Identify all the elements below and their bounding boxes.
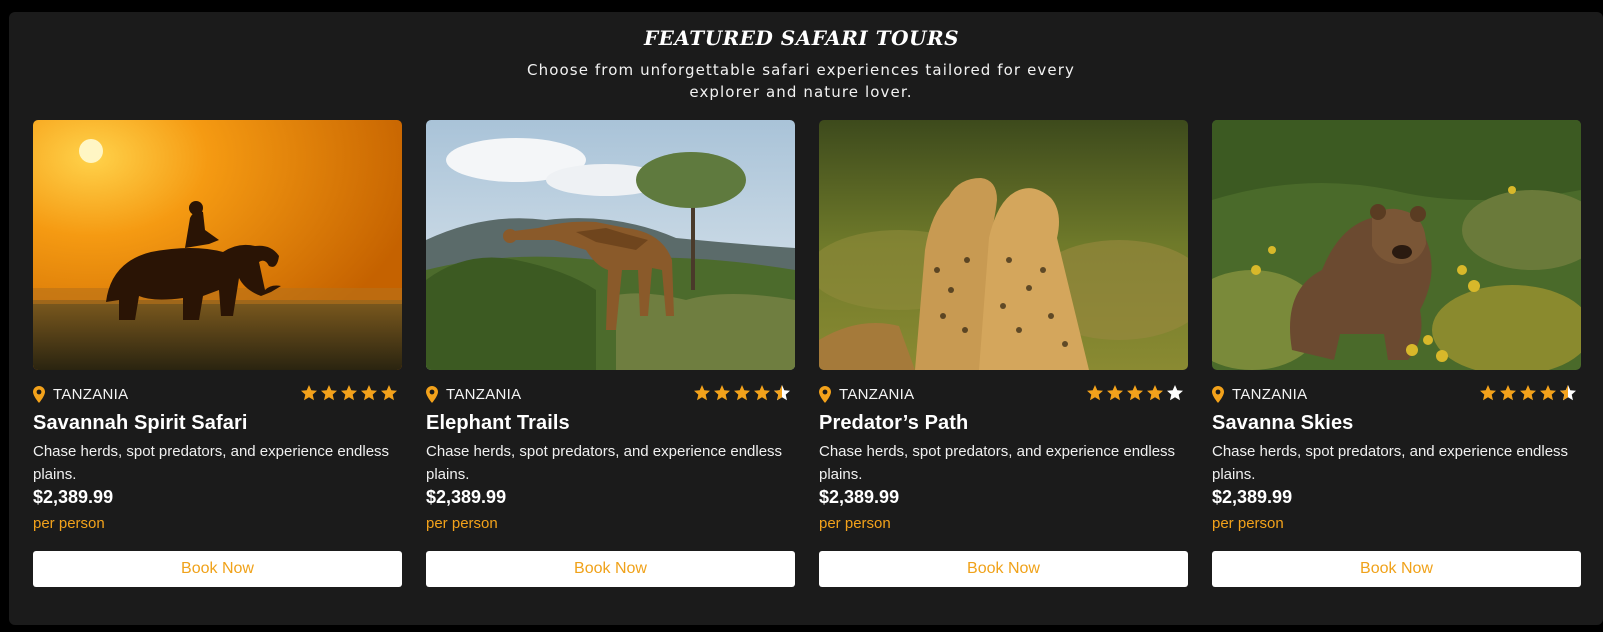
star-full-icon bbox=[1500, 385, 1516, 401]
star-full-icon bbox=[361, 385, 377, 401]
section-title: FEATURED SAFARI TOURS bbox=[643, 26, 960, 50]
tour-image-bear[interactable] bbox=[1212, 120, 1581, 370]
tour-description: Chase herds, spot predators, and experie… bbox=[1212, 443, 1569, 483]
star-full-icon bbox=[694, 385, 710, 401]
price-unit: per person bbox=[819, 515, 891, 532]
star-full-icon bbox=[1540, 385, 1556, 401]
tour-meta: TANZANIA bbox=[1212, 384, 1581, 406]
tour-location: TANZANIA bbox=[446, 386, 522, 403]
star-full-icon bbox=[321, 385, 337, 401]
star-full-icon bbox=[1480, 385, 1496, 401]
star-half-icon bbox=[774, 385, 790, 401]
star-rating bbox=[1479, 384, 1577, 404]
tour-location: TANZANIA bbox=[1232, 386, 1308, 403]
tour-image-cheetahs[interactable] bbox=[819, 120, 1188, 370]
tour-card: TANZANIA Savanna Skies Chase herds, spot… bbox=[1212, 120, 1581, 590]
book-now-button[interactable]: Book Now bbox=[426, 551, 795, 587]
location-pin-icon bbox=[33, 386, 45, 403]
tour-price: $2,389.99 bbox=[426, 487, 507, 507]
tour-description: Chase herds, spot predators, and experie… bbox=[819, 443, 1176, 483]
star-full-icon bbox=[1107, 385, 1123, 401]
star-rating bbox=[693, 384, 791, 404]
tour-location: TANZANIA bbox=[53, 386, 129, 403]
tour-title[interactable]: Savannah Spirit Safari bbox=[33, 412, 248, 435]
star-rating bbox=[300, 384, 398, 404]
price-unit: per person bbox=[33, 515, 105, 532]
location-pin-icon bbox=[1212, 386, 1224, 403]
star-full-icon bbox=[341, 385, 357, 401]
tour-title[interactable]: Predator’s Path bbox=[819, 412, 968, 435]
tour-description: Chase herds, spot predators, and experie… bbox=[33, 443, 390, 483]
star-rating bbox=[1086, 384, 1184, 404]
section-subtitle: Choose from unforgettable safari experie… bbox=[527, 61, 1075, 101]
tour-meta: TANZANIA bbox=[33, 384, 402, 406]
star-half-icon bbox=[1560, 385, 1576, 401]
tour-price: $2,389.99 bbox=[819, 487, 900, 507]
tour-location: TANZANIA bbox=[839, 386, 915, 403]
tour-description: Chase herds, spot predators, and experie… bbox=[426, 443, 783, 483]
price-unit: per person bbox=[426, 515, 498, 532]
tour-price: $2,389.99 bbox=[1212, 487, 1293, 507]
star-full-icon bbox=[1087, 385, 1103, 401]
tour-title[interactable]: Savanna Skies bbox=[1212, 412, 1353, 435]
star-full-icon bbox=[381, 385, 397, 401]
star-full-icon bbox=[1520, 385, 1536, 401]
tour-card: TANZANIA Elephant Trails Chase herds, sp… bbox=[426, 120, 795, 590]
tour-image-elephant[interactable] bbox=[33, 120, 402, 370]
star-full-icon bbox=[1147, 385, 1163, 401]
star-full-icon bbox=[754, 385, 770, 401]
price-unit: per person bbox=[1212, 515, 1284, 532]
tour-meta: TANZANIA bbox=[426, 384, 795, 406]
tour-price: $2,389.99 bbox=[33, 487, 114, 507]
star-full-icon bbox=[301, 385, 317, 401]
book-now-button[interactable]: Book Now bbox=[1212, 551, 1581, 587]
location-pin-icon bbox=[819, 386, 831, 403]
star-full-icon bbox=[734, 385, 750, 401]
book-now-button[interactable]: Book Now bbox=[819, 551, 1188, 587]
tour-card: TANZANIA Savannah Spirit Safari Chase he… bbox=[33, 120, 402, 590]
tour-card: TANZANIA Predator’s Path Chase herds, sp… bbox=[819, 120, 1188, 590]
tour-title[interactable]: Elephant Trails bbox=[426, 412, 570, 435]
star-full-icon bbox=[1127, 385, 1143, 401]
location-pin-icon bbox=[426, 386, 438, 403]
star-empty-icon bbox=[1167, 385, 1183, 401]
book-now-button[interactable]: Book Now bbox=[33, 551, 402, 587]
tour-meta: TANZANIA bbox=[819, 384, 1188, 406]
star-full-icon bbox=[714, 385, 730, 401]
tour-image-giraffe[interactable] bbox=[426, 120, 795, 370]
